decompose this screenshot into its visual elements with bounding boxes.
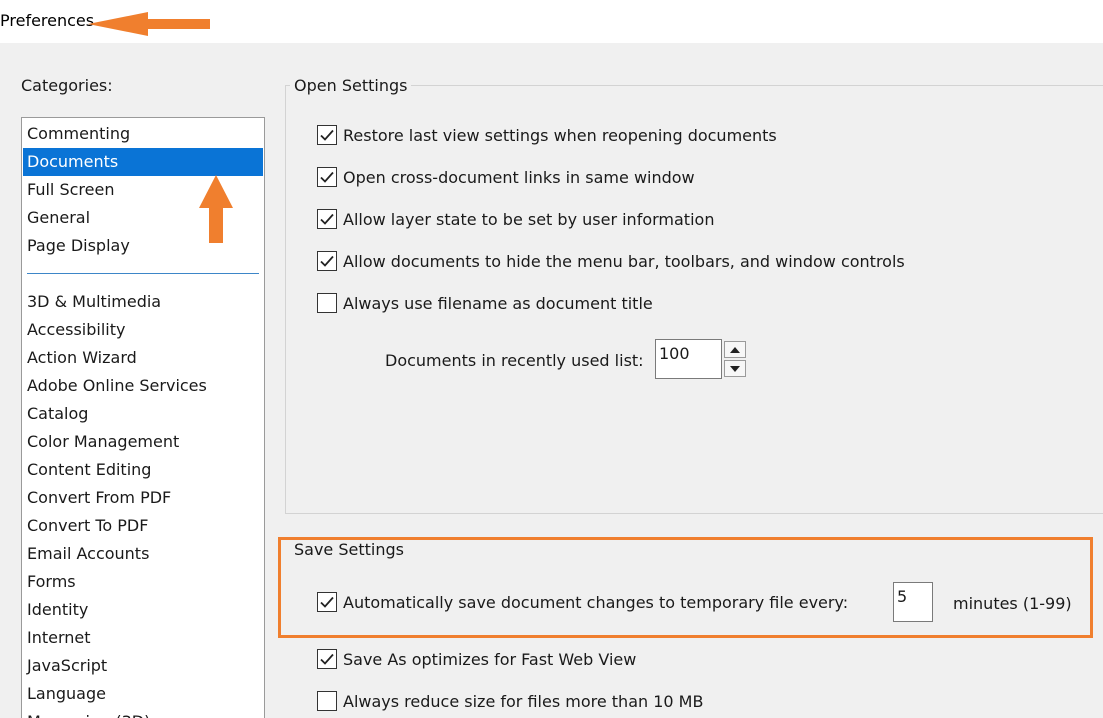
category-email-accounts[interactable]: Email Accounts — [23, 540, 263, 568]
category-language[interactable]: Language — [23, 680, 263, 708]
category-divider — [27, 273, 259, 274]
reduce-size-label: Always reduce size for files more than 1… — [343, 691, 704, 711]
category-forms[interactable]: Forms — [23, 568, 263, 596]
category-content-editing[interactable]: Content Editing — [23, 456, 263, 484]
restore-view-option[interactable]: Restore last view settings when reopenin… — [317, 125, 777, 145]
annotation-arrow-left-icon — [88, 12, 210, 36]
window-title: Preferences — [0, 11, 95, 30]
fast-web-view-option[interactable]: Save As optimizes for Fast Web View — [317, 649, 636, 669]
category-measuring-3d[interactable]: Measuring (3D) — [23, 708, 263, 718]
autosave-label: Automatically save document changes to t… — [343, 592, 849, 612]
fast-web-view-checkbox[interactable] — [317, 649, 337, 669]
arrow-down-icon — [730, 365, 740, 372]
category-3d-multimedia[interactable]: 3D & Multimedia — [23, 288, 263, 316]
hide-menu-label: Allow documents to hide the menu bar, to… — [343, 251, 905, 271]
check-icon — [320, 129, 334, 141]
arrow-up-icon — [730, 346, 740, 353]
category-color-management[interactable]: Color Management — [23, 428, 263, 456]
recent-list-decrement-button[interactable] — [724, 360, 746, 377]
filename-title-option[interactable]: Always use filename as document title — [317, 293, 653, 313]
layer-state-option[interactable]: Allow layer state to be set by user info… — [317, 209, 714, 229]
fast-web-view-label: Save As optimizes for Fast Web View — [343, 649, 637, 669]
check-icon — [320, 213, 334, 225]
category-javascript[interactable]: JavaScript — [23, 652, 263, 680]
category-identity[interactable]: Identity — [23, 596, 263, 624]
autosave-minutes-input[interactable]: 5 — [893, 582, 933, 622]
restore-view-label: Restore last view settings when reopenin… — [343, 125, 777, 145]
category-documents[interactable]: Documents — [23, 148, 263, 176]
cross-doc-links-checkbox[interactable] — [317, 167, 337, 187]
open-settings-legend: Open Settings — [290, 76, 412, 95]
category-accessibility[interactable]: Accessibility — [23, 316, 263, 344]
filename-title-checkbox[interactable] — [317, 293, 337, 313]
reduce-size-option[interactable]: Always reduce size for files more than 1… — [317, 691, 703, 711]
autosave-option[interactable]: Automatically save document changes to t… — [317, 592, 848, 612]
category-commenting[interactable]: Commenting — [23, 120, 263, 148]
check-icon — [320, 596, 334, 608]
title-bar: Preferences — [0, 0, 1103, 43]
autosave-checkbox[interactable] — [317, 592, 337, 612]
category-catalog[interactable]: Catalog — [23, 400, 263, 428]
hide-menu-option[interactable]: Allow documents to hide the menu bar, to… — [317, 251, 905, 271]
check-icon — [320, 255, 334, 267]
category-convert-from-pdf[interactable]: Convert From PDF — [23, 484, 263, 512]
layer-state-checkbox[interactable] — [317, 209, 337, 229]
category-action-wizard[interactable]: Action Wizard — [23, 344, 263, 372]
restore-view-checkbox[interactable] — [317, 125, 337, 145]
reduce-size-checkbox[interactable] — [317, 691, 337, 711]
cross-doc-links-label: Open cross-document links in same window — [343, 167, 695, 187]
categories-label: Categories: — [21, 76, 113, 95]
save-settings-legend: Save Settings — [294, 540, 404, 559]
cross-doc-links-option[interactable]: Open cross-document links in same window — [317, 167, 695, 187]
category-internet[interactable]: Internet — [23, 624, 263, 652]
check-icon — [320, 653, 334, 665]
annotation-arrow-up-icon — [199, 175, 233, 243]
check-icon — [320, 171, 334, 183]
category-convert-to-pdf[interactable]: Convert To PDF — [23, 512, 263, 540]
recent-list-label: Documents in recently used list: — [385, 351, 644, 370]
layer-state-label: Allow layer state to be set by user info… — [343, 209, 715, 229]
category-adobe-online-services[interactable]: Adobe Online Services — [23, 372, 263, 400]
filename-title-label: Always use filename as document title — [343, 293, 653, 313]
autosave-minutes-label: minutes (1-99) — [953, 594, 1072, 613]
recent-list-increment-button[interactable] — [724, 341, 746, 358]
recent-list-input[interactable]: 100 — [655, 339, 722, 379]
hide-menu-checkbox[interactable] — [317, 251, 337, 271]
